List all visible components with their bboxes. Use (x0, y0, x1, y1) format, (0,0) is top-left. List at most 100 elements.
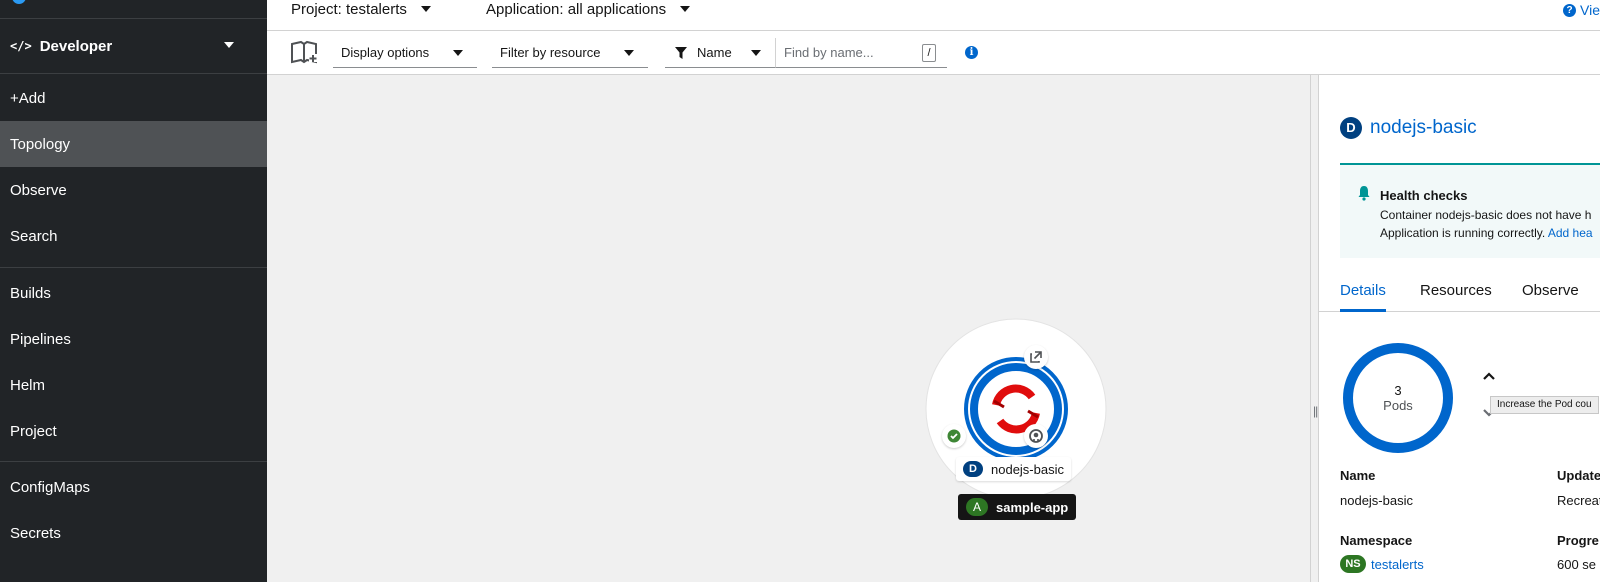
nav-item-secrets[interactable]: Secrets (0, 510, 267, 556)
application-badge: A (966, 498, 988, 516)
deployment-name: nodejs-basic (991, 461, 1064, 477)
help-link-label: Vie (1580, 2, 1600, 18)
caret-down-icon (453, 50, 463, 56)
alert-message-line2: Application is running correctly. Add he… (1380, 226, 1593, 240)
namespace-value: testalerts (1371, 556, 1424, 572)
caret-down-icon (224, 42, 234, 48)
tab-resources[interactable]: Resources (1420, 270, 1492, 312)
external-link-icon (1030, 351, 1042, 363)
application-selector[interactable]: Application: all applications (486, 0, 691, 18)
find-by-name-input[interactable] (776, 45, 918, 60)
namespace-link[interactable]: NS testalerts (1340, 555, 1424, 573)
caret-down-icon (680, 6, 691, 12)
perspective-switcher[interactable]: </> Developer (0, 18, 267, 74)
help-icon: ? (1563, 3, 1577, 17)
nav-item-label: Project (10, 422, 57, 440)
check-circle-icon (947, 429, 961, 443)
nav-item-add[interactable]: +Add (0, 75, 267, 121)
topology-toolbar: Display options Filter by resource Name … (267, 31, 1600, 75)
namespace-badge: NS (1340, 555, 1366, 573)
nav-item-builds[interactable]: Builds (0, 270, 267, 316)
caret-down-icon (751, 50, 761, 56)
nav-item-label: ConfigMaps (10, 478, 91, 496)
filter-type-label: Name (697, 45, 732, 60)
source-code-decorator[interactable] (1024, 424, 1048, 448)
filter-by-resource-label: Filter by resource (500, 45, 601, 60)
nav-item-project[interactable]: Project (0, 408, 267, 454)
nav-item-label: Helm (10, 376, 46, 394)
resource-badge: D (1340, 117, 1362, 139)
display-options-label: Display options (341, 45, 430, 60)
nav-item-label: Search (10, 227, 58, 245)
nav-item-label: Secrets (10, 524, 61, 542)
nav-item-search[interactable]: Search (0, 213, 267, 259)
filter-by-resource-dropdown[interactable]: Filter by resource (492, 38, 648, 68)
nav-item-observe[interactable]: Observe (0, 167, 267, 213)
resource-side-panel: D nodejs-basic Health checks Container n… (1318, 75, 1600, 582)
nav-divider (0, 267, 267, 268)
info-icon[interactable]: i (965, 46, 978, 59)
project-selector[interactable]: Project: testalerts (291, 0, 431, 18)
github-icon (1029, 429, 1043, 443)
pod-ring: 3 Pods (1340, 340, 1456, 456)
application-name: sample-app (996, 499, 1069, 515)
nav-item-topology[interactable]: Topology (0, 121, 267, 167)
resource-title[interactable]: D nodejs-basic (1340, 117, 1477, 139)
filter-icon (675, 46, 687, 59)
name-value: nodejs-basic (1340, 493, 1413, 508)
code-icon: </> (10, 39, 32, 53)
context-bar: Project: testalerts Application: all app… (267, 0, 1600, 31)
nav-item-label: +Add (10, 89, 46, 107)
nav-group-secondary: Builds Pipelines Helm Project (0, 270, 267, 454)
name-label: Name (1340, 468, 1376, 483)
nav-item-helm[interactable]: Helm (0, 362, 267, 408)
nav-item-label: Observe (10, 181, 67, 199)
nav-item-label: Pipelines (10, 330, 71, 348)
caret-down-icon (624, 50, 634, 56)
increase-pod-count-tooltip: Increase the Pod cou (1490, 396, 1599, 414)
resource-name: nodejs-basic (1370, 117, 1477, 138)
nav-item-configmaps[interactable]: ConfigMaps (0, 464, 267, 510)
tab-observe[interactable]: Observe (1522, 270, 1579, 312)
nav-item-label: Topology (10, 135, 71, 153)
project-selector-label: Project: testalerts (291, 0, 407, 18)
nav-divider (0, 461, 267, 462)
display-options-dropdown[interactable]: Display options (333, 38, 477, 68)
pod-count-label: Pods (1383, 398, 1413, 413)
sidebar: </> Developer +Add Topology Observe Sear… (0, 0, 267, 582)
quick-search-book-icon[interactable] (290, 40, 318, 66)
resize-grip[interactable]: || (1313, 404, 1318, 418)
slash-shortcut-hint: / (922, 43, 936, 62)
deployment-label[interactable]: D nodejs-basic (956, 457, 1071, 481)
progress-deadline-label: Progre (1557, 533, 1599, 548)
alert-message-text: Application is running correctly. (1380, 226, 1546, 240)
nav-item-pipelines[interactable]: Pipelines (0, 316, 267, 362)
build-status-decorator[interactable] (942, 424, 966, 448)
alert-message: Container nodejs-basic does not have h (1380, 208, 1592, 222)
find-by-name-field[interactable]: / (775, 38, 947, 68)
update-strategy-value: Recreat (1557, 493, 1600, 508)
alert-title: Health checks (1380, 188, 1468, 203)
panel-divider (1310, 75, 1311, 582)
pod-count: 3 (1394, 383, 1402, 398)
deployment-badge: D (963, 461, 983, 477)
caret-down-icon (420, 6, 431, 12)
chevron-up-icon[interactable] (1482, 371, 1496, 381)
health-checks-alert: Health checks Container nodejs-basic doe… (1340, 163, 1600, 258)
filter-type-dropdown[interactable]: Name (665, 38, 775, 68)
tab-details[interactable]: Details (1340, 270, 1386, 312)
application-selector-label: Application: all applications (486, 0, 667, 18)
help-link[interactable]: ? Vie (1563, 2, 1600, 18)
logo (12, 0, 26, 4)
side-panel-tabs: Details Resources Observe (1319, 270, 1600, 312)
add-health-checks-link[interactable]: Add hea (1548, 226, 1593, 240)
update-strategy-label: Update (1557, 468, 1600, 483)
bell-icon (1358, 186, 1370, 201)
namespace-label: Namespace (1340, 533, 1413, 548)
topology-canvas[interactable]: D nodejs-basic A sample-app (267, 75, 1310, 582)
open-url-decorator[interactable] (1024, 345, 1048, 369)
progress-deadline-value: 600 se (1557, 557, 1597, 572)
application-group-label[interactable]: A sample-app (958, 494, 1077, 520)
nav-group-primary: +Add Topology Observe Search (0, 75, 267, 259)
perspective-label: Developer (39, 37, 113, 55)
